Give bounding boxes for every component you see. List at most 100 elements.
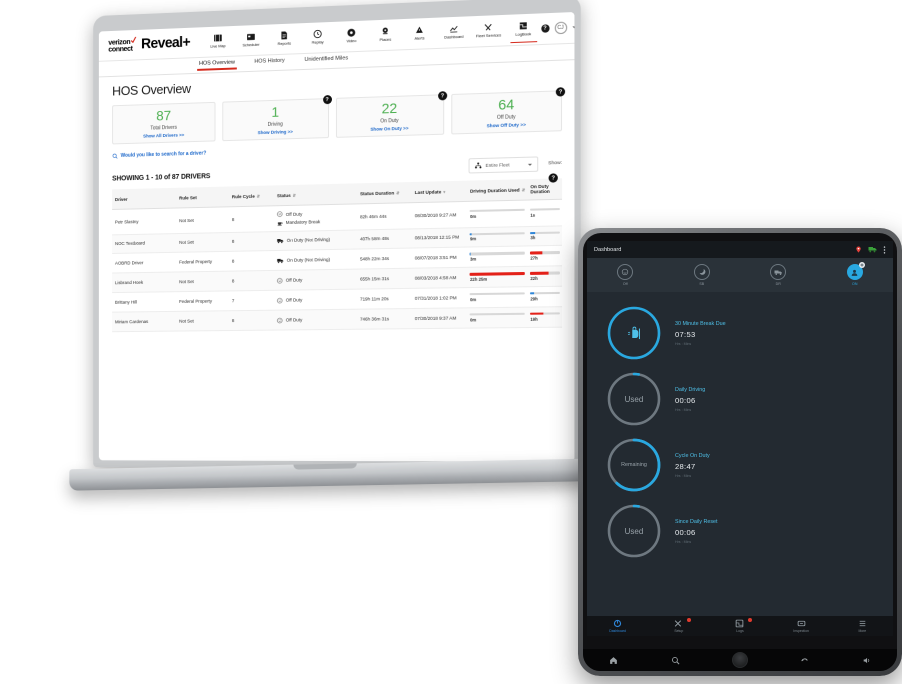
tab-more[interactable]: More: [842, 619, 882, 633]
tab-dashboard[interactable]: Dashboard: [598, 619, 638, 633]
stat-link[interactable]: Show All Drivers >>: [143, 132, 184, 138]
home-circle-icon[interactable]: [731, 652, 748, 668]
back-icon[interactable]: [800, 656, 809, 665]
tab-logs[interactable]: Logs: [720, 617, 760, 633]
tab-inspection[interactable]: Inspection: [781, 619, 821, 633]
cell-status-duration: 719h 11m 20s: [357, 288, 412, 310]
cell-rule-cycle: 8: [228, 270, 275, 292]
col-driver[interactable]: Driver: [112, 187, 177, 210]
off-duty-icon: [277, 277, 283, 283]
duty-status-on-duty[interactable]: ON: [831, 262, 879, 286]
nav-label: Fleet Services: [475, 32, 502, 39]
driver-search-row[interactable]: Would you like to search for a driver?: [112, 140, 562, 159]
cell-status: Off Duty: [274, 289, 358, 311]
cell-driving-duration-used: 22h 25m: [466, 266, 528, 288]
verizon-connect-logo[interactable]: verizon connect: [108, 38, 132, 53]
nav-item-video[interactable]: Video: [335, 27, 369, 45]
sort-icon[interactable]: ▾: [443, 189, 445, 194]
help-badge-icon[interactable]: ?: [437, 91, 447, 101]
gauge-value: 00:06: [675, 527, 696, 537]
sleeper-berth-icon: [693, 264, 710, 280]
tab-hos-history[interactable]: HOS History: [254, 58, 284, 68]
dashboard-icon: [613, 619, 622, 627]
col-label: On Duty Duration: [530, 183, 550, 195]
nav-label: Dashboard: [444, 34, 464, 40]
coffee-icon: [605, 304, 663, 362]
sort-icon[interactable]: ⇵: [257, 193, 260, 198]
drivers-table: Driver Rule Set Rule Cycle ⇵ Status ⇵ Stat…: [112, 173, 563, 332]
stat-card-driving[interactable]: ? 1 Driving Show Driving >>: [222, 94, 332, 142]
nav-item-replay[interactable]: Replay: [301, 29, 335, 47]
nav-item-scheduler[interactable]: Scheduler: [234, 31, 267, 49]
duty-status-off[interactable]: Off: [601, 264, 649, 286]
truck-icon: [277, 238, 284, 244]
sort-icon[interactable]: ⇵: [396, 190, 399, 195]
stat-link[interactable]: Show On Duty >>: [370, 126, 408, 132]
gauge-row-break-due[interactable]: 30 Minute Break Due 07:53 Hrs : Mins: [587, 300, 893, 366]
gauge-row-cycle-on-duty[interactable]: Remaining Cycle On Duty 28:47 Hrs : Mins: [587, 432, 893, 498]
tab-unidentified-miles[interactable]: Unidentified Miles: [304, 55, 348, 66]
col-status-duration[interactable]: Status Duration ⇵: [357, 182, 412, 204]
stat-link[interactable]: Show Off Duty >>: [487, 122, 526, 128]
col-status[interactable]: Status ⇵: [274, 183, 358, 206]
col-rule-set[interactable]: Rule Set: [176, 186, 229, 209]
col-rule-cycle[interactable]: Rule Cycle ⇵: [228, 185, 275, 207]
nav-label: Reports: [277, 40, 291, 47]
nav-item-logbook[interactable]: LogBook: [506, 20, 541, 38]
col-on-duty-duration[interactable]: ? On Duty Duration: [527, 173, 563, 201]
stat-value: 22: [381, 99, 398, 117]
stat-card-total-drivers[interactable]: 87 Total Drivers Show All Drivers >>: [112, 101, 216, 145]
home-icon[interactable]: [609, 656, 618, 665]
gauge-sublabel: Hrs : Mins: [675, 473, 692, 478]
chevron-down-icon[interactable]: [527, 163, 532, 166]
pin-icon[interactable]: [855, 246, 862, 253]
cell-status: Off Duty Mandatory Break: [274, 203, 358, 232]
tools-icon: [675, 620, 682, 627]
help-badge-icon[interactable]: ?: [555, 87, 566, 97]
off-duty-icon: [277, 317, 283, 323]
avatar[interactable]: CJ: [554, 21, 567, 35]
duty-status-sleeper-berth[interactable]: SB: [678, 264, 726, 286]
tab-hos-overview[interactable]: HOS Overview: [199, 60, 235, 70]
sort-icon[interactable]: ⇵: [293, 192, 296, 197]
nav-item-places[interactable]: Places: [368, 26, 402, 44]
cell-rule-set: Not Set: [176, 310, 229, 332]
stat-cards: 87 Total Drivers Show All Drivers >> ? 1…: [112, 87, 566, 145]
volume-icon[interactable]: [862, 656, 871, 665]
help-icon[interactable]: ?: [540, 24, 550, 33]
truck-icon[interactable]: [868, 246, 877, 253]
gauge-row-since-daily-reset[interactable]: Used Since Daily Reset 00:06 Hrs : Mins: [587, 498, 893, 564]
col-last-update[interactable]: Last Update ▾: [411, 180, 467, 203]
stat-card-off-duty[interactable]: ? 64 Off Duty Show Off Duty >>: [451, 87, 566, 135]
cell-driving-duration-used: 3m: [466, 246, 528, 268]
duty-status-driving[interactable]: DR: [754, 264, 802, 286]
nav-item-alerts[interactable]: Alerts: [402, 24, 436, 42]
reveal-web-app: verizon connect Reveal+ Live Map Schedul…: [98, 12, 575, 462]
status-text: On Duty (Not Driving): [286, 237, 331, 244]
search-icon[interactable]: [671, 656, 680, 665]
gauge-sublabel: Hrs : Mins: [675, 539, 692, 544]
cell-status-duration: 407h 58m 48s: [357, 228, 412, 250]
table-row[interactable]: Miriam Cardenas Not Set 8 Off Duty 746h …: [112, 306, 563, 332]
fleet-selector[interactable]: Entire Fleet: [468, 156, 538, 174]
hierarchy-icon: [474, 162, 482, 169]
chevron-down-icon[interactable]: [571, 26, 575, 29]
menu-icon[interactable]: [883, 245, 886, 254]
stat-card-on-duty[interactable]: ? 22 On Duty Show On Duty >>: [335, 91, 447, 138]
nav-item-fleet-services[interactable]: Fleet Services: [471, 22, 506, 40]
gauge-row-daily-driving[interactable]: Used Daily Driving 00:06 Hrs : Mins: [587, 366, 893, 432]
help-badge-icon[interactable]: ?: [322, 94, 332, 105]
nav-item-live-map[interactable]: Live Map: [202, 33, 235, 51]
alert-dot-icon: [686, 617, 691, 622]
sort-icon[interactable]: ⇵: [522, 187, 525, 192]
col-driving-duration-used[interactable]: Driving Duration Used ⇵: [466, 179, 528, 202]
gauge-daily-driving: Used: [605, 370, 663, 428]
tab-setup[interactable]: Setup: [659, 617, 699, 633]
inspection-icon: [797, 620, 805, 626]
cell-rule-cycle: 8: [228, 310, 275, 331]
stat-link[interactable]: Show Driving >>: [258, 129, 293, 135]
nav-item-reports[interactable]: Reports: [268, 30, 301, 48]
help-badge-icon[interactable]: ?: [548, 173, 558, 183]
show-filter-label: Show:: [548, 160, 563, 167]
nav-item-dashboard[interactable]: Dashboard: [437, 23, 472, 41]
